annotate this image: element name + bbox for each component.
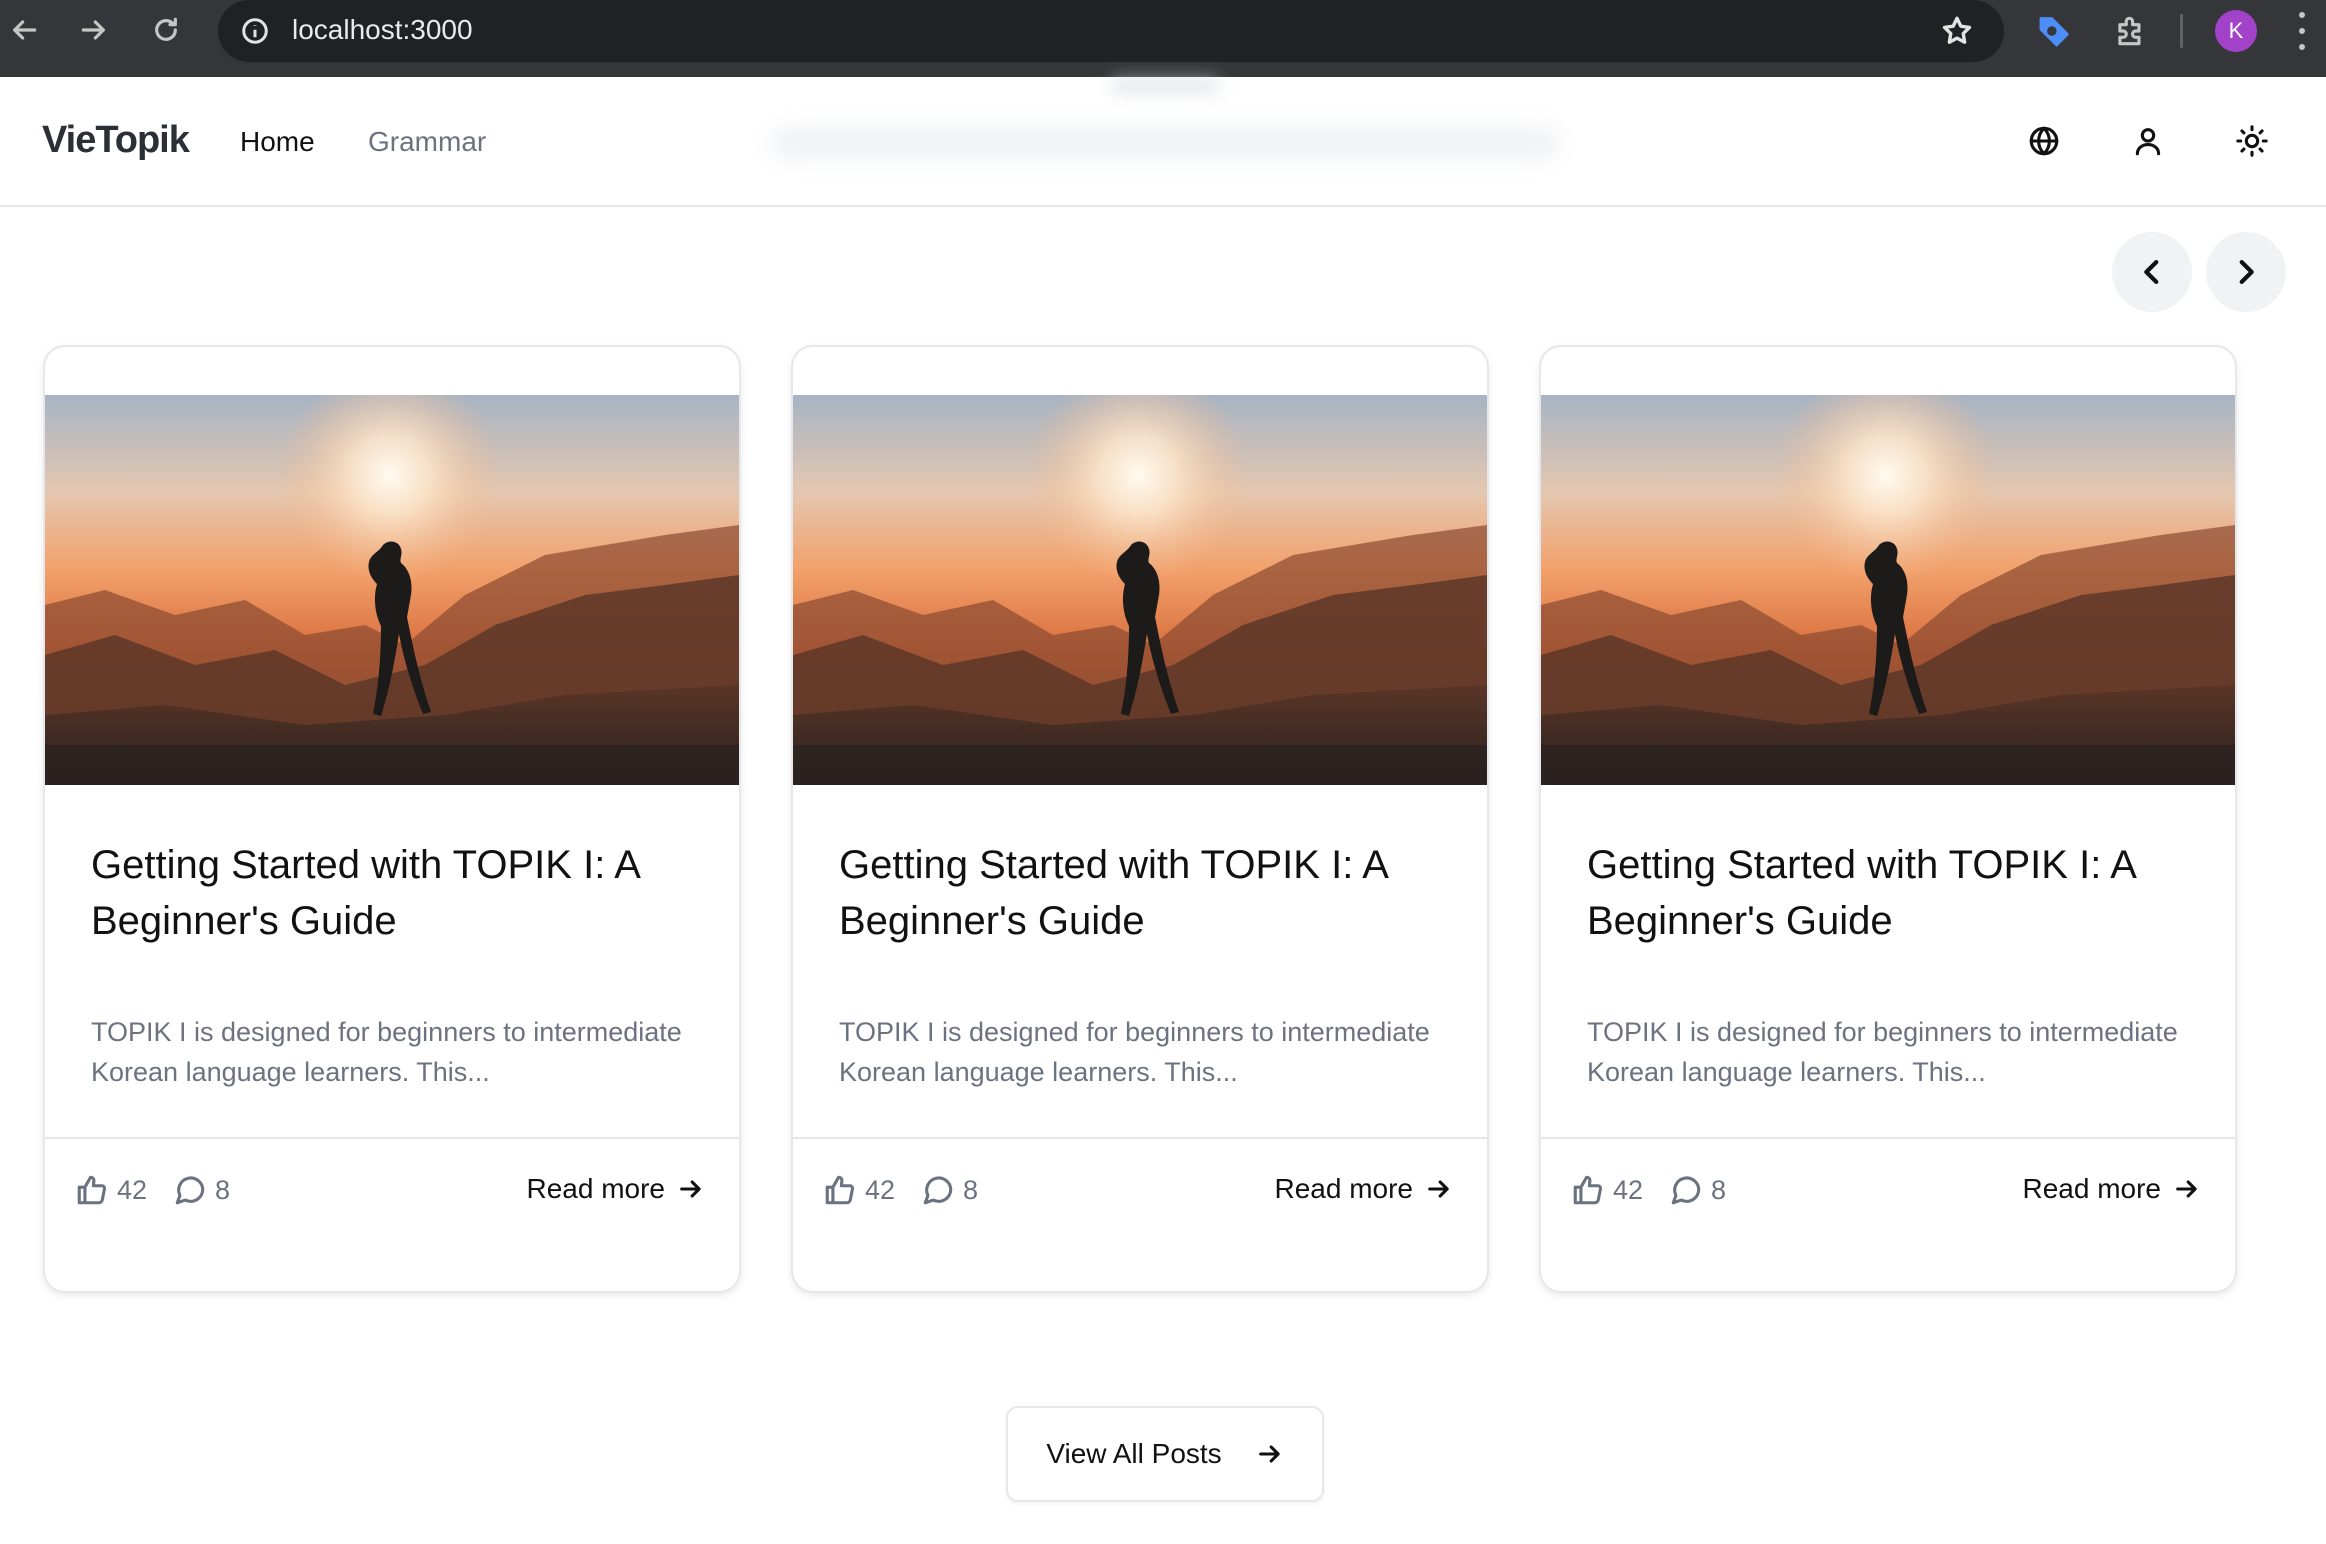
carousel-prev-button[interactable] xyxy=(2112,232,2192,312)
nav-home[interactable]: Home xyxy=(240,126,315,158)
view-all-posts-label: View All Posts xyxy=(1046,1438,1222,1469)
like-count[interactable]: 42 xyxy=(823,1173,895,1207)
comment-count-value: 8 xyxy=(1711,1174,1727,1205)
blurred-search-bar xyxy=(770,127,1560,159)
comment-count-value: 8 xyxy=(963,1174,979,1205)
like-count[interactable]: 42 xyxy=(1571,1173,1643,1207)
chevron-right-icon xyxy=(2239,259,2254,285)
nav-grammar[interactable]: Grammar xyxy=(368,126,486,158)
post-cover-image[interactable] xyxy=(1541,395,2235,785)
card-divider xyxy=(793,1137,1487,1139)
back-button[interactable] xyxy=(2,8,46,52)
read-more-label: Read more xyxy=(526,1173,665,1204)
site-header: VieTopik Home Grammar xyxy=(0,77,2326,207)
post-title[interactable]: Getting Started with TOPIK I: A Beginner… xyxy=(839,837,1459,949)
address-bar[interactable]: localhost:3000 xyxy=(218,0,2004,62)
like-count-value: 42 xyxy=(1613,1174,1644,1205)
site-info-icon[interactable] xyxy=(236,12,274,50)
message-circle-icon xyxy=(923,1176,953,1205)
message-circle-icon xyxy=(1671,1176,1701,1205)
like-count-value: 42 xyxy=(117,1174,148,1205)
comment-count[interactable]: 8 xyxy=(173,1173,230,1207)
read-more-label: Read more xyxy=(1274,1173,1413,1204)
post-excerpt: TOPIK I is designed for beginners to int… xyxy=(1587,1017,2178,1087)
thumbs-up-icon xyxy=(77,1175,107,1205)
browser-toolbar: localhost:3000 K xyxy=(0,0,2326,77)
thumbs-up-icon xyxy=(825,1175,855,1205)
arrow-right-icon xyxy=(1428,1180,1449,1198)
read-more-link[interactable]: Read more xyxy=(1274,1173,1453,1205)
post-card[interactable]: Getting Started with TOPIK I: A Beginner… xyxy=(1539,345,2237,1293)
like-count-value: 42 xyxy=(865,1174,896,1205)
comment-count-value: 8 xyxy=(215,1174,231,1205)
user-icon xyxy=(2135,128,2161,156)
read-more-label: Read more xyxy=(2022,1173,2161,1204)
browser-menu-icon[interactable] xyxy=(2295,12,2309,50)
bookmark-star-icon[interactable] xyxy=(1940,14,1974,48)
arrow-right-icon xyxy=(81,20,105,40)
post-title[interactable]: Getting Started with TOPIK I: A Beginner… xyxy=(91,837,711,949)
sun-icon xyxy=(2236,125,2268,157)
reload-icon xyxy=(155,17,177,41)
card-divider xyxy=(45,1137,739,1139)
comment-count[interactable]: 8 xyxy=(1669,1173,1726,1207)
forward-button[interactable] xyxy=(72,8,116,52)
chevron-left-icon xyxy=(2144,259,2159,285)
read-more-link[interactable]: Read more xyxy=(2022,1173,2201,1205)
arrow-right-icon xyxy=(680,1180,701,1198)
profile-avatar[interactable]: K xyxy=(2215,10,2257,52)
comment-count[interactable]: 8 xyxy=(921,1173,978,1207)
post-excerpt: TOPIK I is designed for beginners to int… xyxy=(839,1017,1430,1087)
url-text[interactable]: localhost:3000 xyxy=(292,14,473,46)
post-cover-image[interactable] xyxy=(45,395,739,785)
like-count[interactable]: 42 xyxy=(75,1173,147,1207)
language-button[interactable] xyxy=(2024,121,2064,161)
read-more-link[interactable]: Read more xyxy=(526,1173,705,1205)
arrow-right-icon xyxy=(1258,1445,1280,1463)
arrow-left-icon xyxy=(13,20,37,40)
toolbar-divider xyxy=(2180,14,2183,48)
extensions-puzzle-icon[interactable] xyxy=(2112,12,2150,50)
globe-icon xyxy=(2029,126,2059,156)
post-cover-image[interactable] xyxy=(793,395,1487,785)
post-title[interactable]: Getting Started with TOPIK I: A Beginner… xyxy=(1587,837,2207,949)
theme-toggle-button[interactable] xyxy=(2232,121,2272,161)
extension-tag-icon[interactable] xyxy=(2036,12,2074,50)
site-logo[interactable]: VieTopik xyxy=(42,119,190,162)
card-divider xyxy=(1541,1137,2235,1139)
post-card[interactable]: Getting Started with TOPIK I: A Beginner… xyxy=(43,345,741,1293)
thumbs-up-icon xyxy=(1573,1175,1603,1205)
reload-button[interactable] xyxy=(144,8,188,52)
view-all-posts-button[interactable]: View All Posts xyxy=(1006,1406,1324,1502)
arrow-right-icon xyxy=(2176,1180,2197,1198)
account-button[interactable] xyxy=(2128,121,2168,161)
post-excerpt: TOPIK I is designed for beginners to int… xyxy=(91,1017,682,1087)
post-card[interactable]: Getting Started with TOPIK I: A Beginner… xyxy=(791,345,1489,1293)
message-circle-icon xyxy=(175,1176,205,1205)
carousel-next-button[interactable] xyxy=(2206,232,2286,312)
blurred-overlay xyxy=(1110,77,1220,95)
